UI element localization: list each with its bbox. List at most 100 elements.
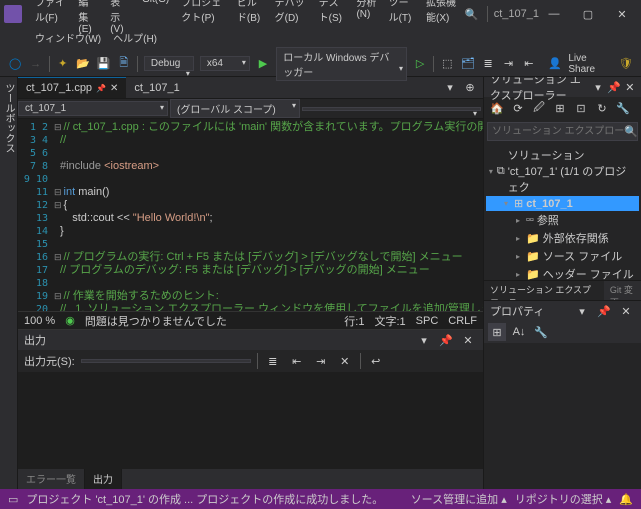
- out-icon1[interactable]: ≣: [264, 352, 282, 370]
- wrap-icon[interactable]: ↩: [367, 352, 385, 370]
- close-icon[interactable]: ✕: [625, 78, 635, 96]
- close-icon[interactable]: ✕: [110, 83, 118, 94]
- zoom-level[interactable]: 100 %: [24, 315, 55, 327]
- document-tab-proj[interactable]: ct_107_1: [126, 77, 187, 98]
- save-icon[interactable]: 💾: [96, 55, 110, 73]
- pin-icon[interactable]: 📌: [595, 302, 613, 320]
- solution-search-input[interactable]: [492, 125, 624, 138]
- sln-icon3[interactable]: 🖉: [530, 99, 548, 117]
- lineend-indicator[interactable]: CRLF: [448, 315, 477, 327]
- repo-select-button[interactable]: リポジトリの選択 ▴: [515, 491, 612, 507]
- liveshare-icon[interactable]: 👤: [548, 55, 562, 73]
- sln-icon4[interactable]: ⊞: [551, 99, 569, 117]
- tree-project[interactable]: ▾⊞ct_107_1: [486, 196, 639, 211]
- run-nodebug-icon[interactable]: ▷: [413, 55, 427, 73]
- search-icon[interactable]: 🔍: [463, 5, 481, 23]
- context-project-combo[interactable]: ct_107_1: [18, 101, 168, 116]
- main-toolbar: ◯ → ✦ 📂 💾 🗎 Debug x64 ▶ ローカル Windows デバッ…: [0, 51, 641, 77]
- debugger-combo[interactable]: ローカル Windows デバッガー: [276, 47, 407, 81]
- nav-back-icon[interactable]: ◯: [8, 55, 22, 73]
- output-body[interactable]: [18, 372, 483, 469]
- properties-body[interactable]: [484, 343, 641, 489]
- tb-icon3[interactable]: ≣: [481, 55, 495, 73]
- status-message: プロジェクト 'ct_107_1' の作成 ... プロジェクトの作成に成功しま…: [26, 491, 383, 507]
- pin-icon[interactable]: 📌: [437, 331, 455, 349]
- output-source-combo[interactable]: [81, 359, 251, 363]
- solution-bottom-tabs: ソリューション エクスプローラー Git 変更: [484, 280, 641, 300]
- sln-icon6[interactable]: ↻: [593, 99, 611, 117]
- liveshare-label[interactable]: Live Share: [568, 53, 606, 75]
- tab-errors[interactable]: エラー一覧: [18, 469, 85, 489]
- minimize-button[interactable]: ―: [539, 2, 569, 26]
- source-control-button[interactable]: ソース管理に追加 ▴: [411, 491, 507, 507]
- notifications-icon[interactable]: 🔔: [619, 493, 633, 506]
- right-panel: ソリューション エクスプローラー ▾ 📌 ✕ 🏠 ⟳ 🖉 ⊞ ⊡ ↻ 🔧 🔍 ▾…: [483, 77, 641, 489]
- output-head: 出力 ▾ 📌 ✕: [18, 330, 483, 350]
- close-icon[interactable]: ✕: [617, 302, 635, 320]
- config-combo[interactable]: Debug: [144, 56, 194, 71]
- open-icon[interactable]: 📂: [76, 55, 90, 73]
- tree-src[interactable]: ▸📁ソース ファイル: [486, 247, 639, 265]
- context-scope-combo[interactable]: (グローバル スコープ): [170, 99, 300, 118]
- tb-icon2[interactable]: 🗂: [461, 55, 475, 73]
- folder-icon: 📁: [526, 250, 540, 263]
- properties-title: プロパティ: [490, 303, 544, 319]
- new-item-icon[interactable]: ✦: [56, 55, 70, 73]
- title-project-name: ct_107_1: [494, 8, 539, 20]
- sln-wrench-icon[interactable]: 🔧: [614, 99, 632, 117]
- code-text[interactable]: ⊟// ct_107_1.cpp : このファイルには 'main' 関数が含ま…: [54, 119, 483, 311]
- sln-home-icon[interactable]: 🏠: [488, 99, 506, 117]
- tab-output[interactable]: 出力: [85, 469, 122, 489]
- document-tab-cpp[interactable]: ct_107_1.cpp 📌 ✕: [18, 77, 126, 98]
- context-member-combo[interactable]: [302, 107, 481, 111]
- tree-solution-root[interactable]: ▾⧉ソリューション 'ct_107_1' (1/1 のプロジェク: [486, 146, 639, 196]
- editor-status-bar: 100 % ◉ 問題は見つかりませんでした 行:1 文字:1 SPC CRLF: [18, 311, 483, 329]
- play-icon[interactable]: ▶: [256, 55, 270, 73]
- separator: [360, 353, 361, 369]
- sln-icon5[interactable]: ⊡: [572, 99, 590, 117]
- save-all-icon[interactable]: 🗎: [117, 55, 131, 73]
- pin-icon[interactable]: 📌: [607, 78, 621, 96]
- spaces-indicator[interactable]: SPC: [416, 315, 439, 327]
- search-icon[interactable]: 🔍: [624, 125, 638, 138]
- solution-tree[interactable]: ▾⧉ソリューション 'ct_107_1' (1/1 のプロジェク ▾⊞ct_10…: [484, 144, 641, 280]
- issues-indicator-icon[interactable]: ◉: [65, 314, 75, 327]
- maximize-button[interactable]: ▢: [573, 2, 603, 26]
- dropdown-icon[interactable]: ▾: [573, 302, 591, 320]
- tree-hdr[interactable]: ▸📁ヘッダー ファイル: [486, 265, 639, 280]
- close-icon[interactable]: ✕: [459, 331, 477, 349]
- platform-combo[interactable]: x64: [200, 56, 250, 71]
- prop-wrench-icon[interactable]: 🔧: [532, 323, 550, 341]
- side-toolbox-tab[interactable]: ツールボックス: [0, 77, 18, 489]
- vs-logo-icon: [4, 5, 22, 23]
- col-indicator[interactable]: 文字:1: [374, 313, 405, 329]
- pin-icon[interactable]: 📌: [96, 84, 106, 93]
- clear-icon[interactable]: ✕: [336, 352, 354, 370]
- code-editor[interactable]: 1 2 3 4 5 6 7 8 9 10 11 12 13 14 15 16 1…: [18, 119, 483, 311]
- menu-help[interactable]: ヘルプ(H): [108, 28, 162, 47]
- solution-search[interactable]: 🔍: [487, 122, 638, 141]
- solution-panel-head: ソリューション エクスプローラー ▾ 📌 ✕: [484, 77, 641, 97]
- dropdown-icon[interactable]: ▾: [415, 331, 433, 349]
- tb-icon5[interactable]: ⇤: [522, 55, 536, 73]
- tb-icon4[interactable]: ⇥: [501, 55, 515, 73]
- out-icon3[interactable]: ⇥: [312, 352, 330, 370]
- out-icon2[interactable]: ⇤: [288, 352, 306, 370]
- tab-solution-explorer[interactable]: ソリューション エクスプローラー: [484, 281, 604, 300]
- admin-icon[interactable]: 🛡: [619, 55, 633, 73]
- prop-az-icon[interactable]: A↓: [510, 323, 528, 341]
- tab-overflow-icon[interactable]: ▾: [441, 79, 459, 97]
- dropdown-icon[interactable]: ▾: [593, 78, 603, 96]
- nav-fwd-icon[interactable]: →: [28, 55, 42, 73]
- output-from-label: 出力元(S):: [24, 353, 75, 369]
- tree-ext-deps[interactable]: ▸📁外部依存関係: [486, 229, 639, 247]
- line-indicator[interactable]: 行:1: [344, 313, 364, 329]
- menu-window[interactable]: ウィンドウ(W): [30, 28, 106, 47]
- tab-git-changes[interactable]: Git 変更: [604, 281, 641, 300]
- tab-health-icon[interactable]: ⊕: [461, 79, 479, 97]
- tb-icon1[interactable]: ⬚: [440, 55, 454, 73]
- close-button[interactable]: ✕: [607, 2, 637, 26]
- prop-cat-icon[interactable]: ⊞: [488, 323, 506, 341]
- tree-refs[interactable]: ▸▫▫参照: [486, 211, 639, 229]
- sln-sync-icon[interactable]: ⟳: [509, 99, 527, 117]
